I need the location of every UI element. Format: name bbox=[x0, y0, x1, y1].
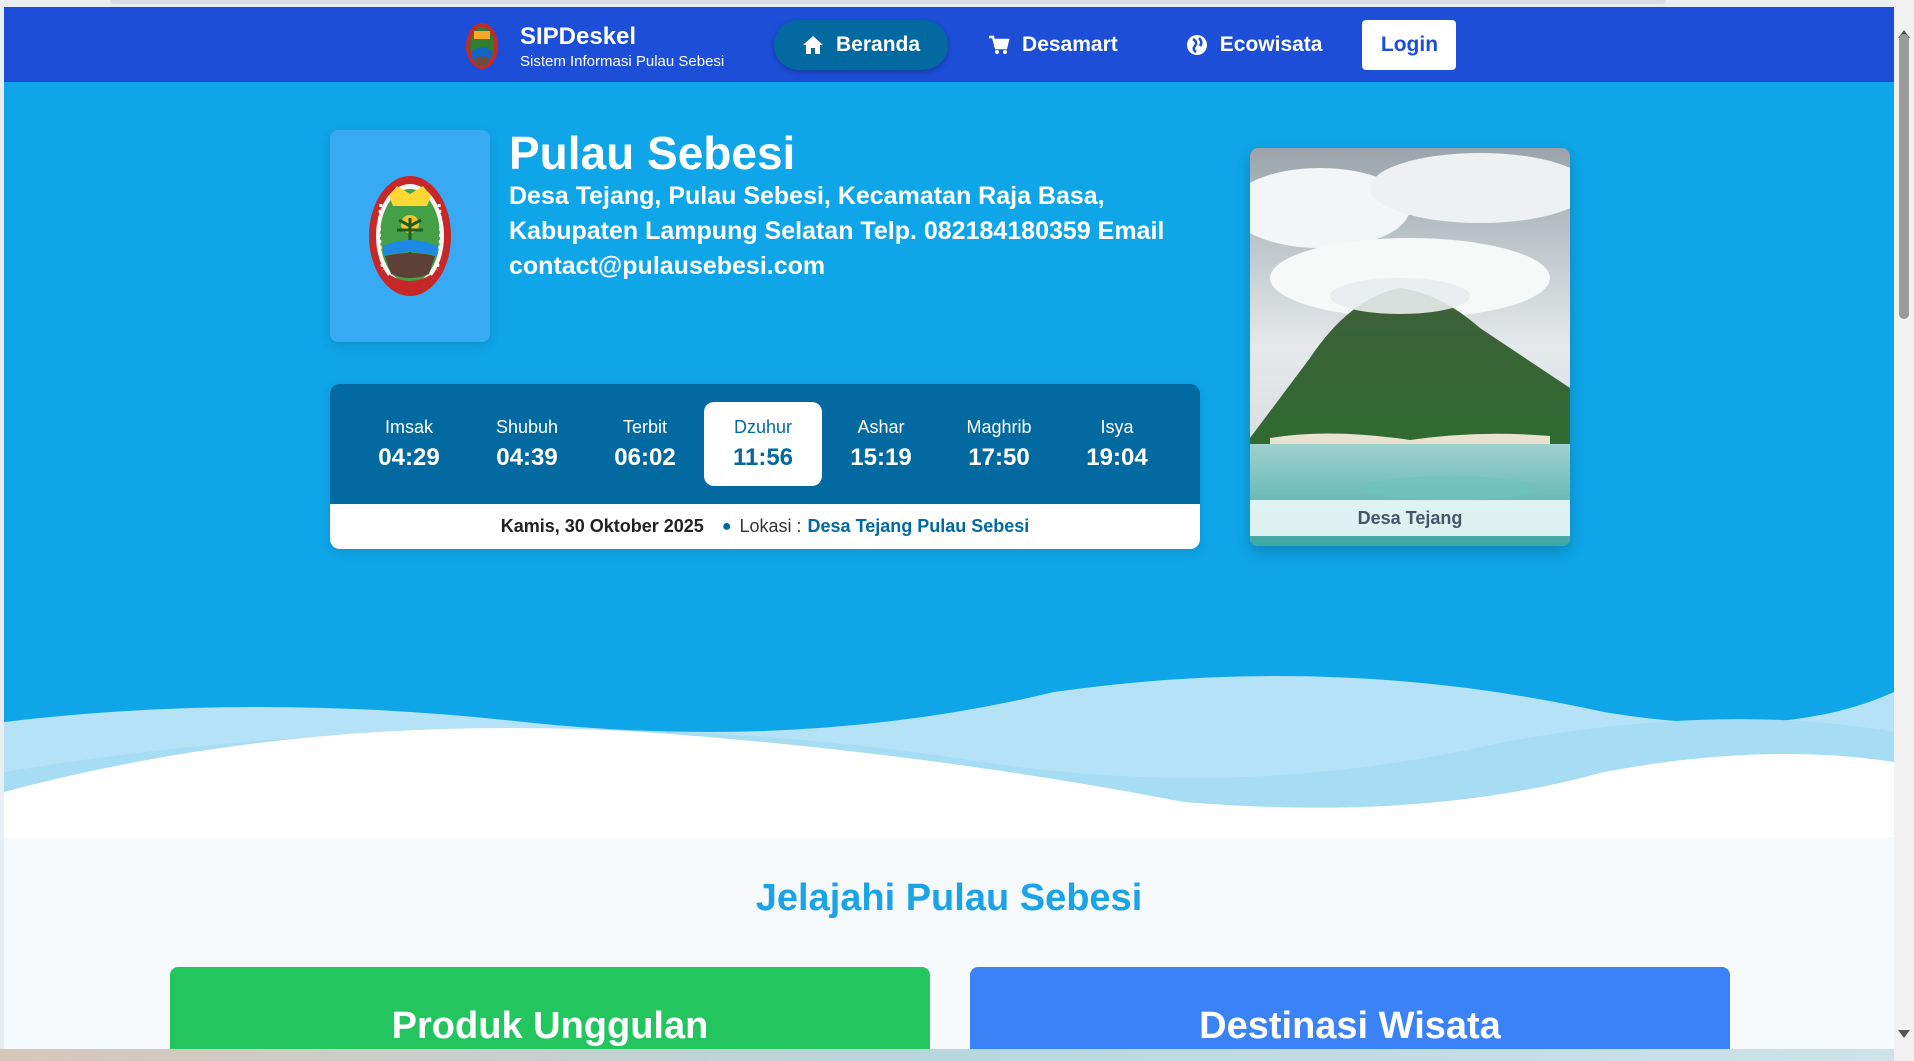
emblem-box bbox=[330, 130, 490, 342]
navbar: SIPDeskel Sistem Informasi Pulau Sebesi … bbox=[4, 7, 1894, 82]
prayer-times-row: Imsak 04:29 Shubuh 04:39 Terbit 06:02 Dzuhu… bbox=[330, 384, 1200, 504]
brand-title: SIPDeskel bbox=[520, 22, 637, 50]
login-button[interactable]: Login bbox=[1362, 20, 1457, 70]
browser-top-edge bbox=[110, 0, 1666, 4]
village-photo-card[interactable]: Desa Tejang bbox=[1250, 148, 1570, 546]
scroll-down-icon[interactable] bbox=[1898, 1030, 1910, 1038]
prayer-shubuh: Shubuh 04:39 bbox=[495, 416, 559, 471]
island-photo bbox=[1250, 148, 1570, 546]
village-name: Pulau Sebesi bbox=[509, 127, 796, 179]
location-value[interactable]: Desa Tejang Pulau Sebesi bbox=[808, 516, 1030, 537]
nav-item-label: Ecowisata bbox=[1219, 33, 1323, 56]
prayer-ashar: Ashar 15:19 bbox=[850, 416, 912, 471]
village-address: Desa Tejang, Pulau Sebesi, Kecamatan Raj… bbox=[509, 182, 1165, 280]
prayer-terbit: Terbit 06:02 bbox=[614, 416, 676, 471]
nav-item-label: Beranda bbox=[836, 33, 921, 56]
cart-icon bbox=[989, 35, 1010, 54]
produk-unggulan-card[interactable]: Produk Unggulan bbox=[170, 967, 930, 1049]
nav-item-label: Desamart bbox=[1022, 33, 1118, 56]
nav-item-ecowisata[interactable]: Ecowisata bbox=[1158, 20, 1351, 70]
browser-viewport: SIPDeskel Sistem Informasi Pulau Sebesi … bbox=[4, 7, 1894, 1049]
leaf-icon bbox=[1186, 35, 1207, 55]
nav-item-desamart[interactable]: Desamart bbox=[960, 20, 1146, 70]
brand[interactable]: SIPDeskel Sistem Informasi Pulau Sebesi bbox=[464, 21, 724, 71]
scroll-thumb[interactable] bbox=[1899, 34, 1909, 319]
prayer-isya: Isya 19:04 bbox=[1086, 416, 1148, 471]
location-label: Lokasi : bbox=[739, 516, 802, 536]
brand-subtitle: Sistem Informasi Pulau Sebesi bbox=[520, 52, 725, 70]
main-nav: Beranda Desamart Ecowisata Login bbox=[774, 20, 1457, 70]
section-title: Jelajahi Pulau Sebesi bbox=[755, 877, 1143, 919]
home-icon bbox=[803, 36, 823, 54]
photo-caption: Desa Tejang bbox=[1250, 500, 1570, 536]
prayer-info-bar: Kamis, 30 Oktober 2025 ● Lokasi : Desa T… bbox=[330, 504, 1200, 549]
prayer-maghrib: Maghrib 17:50 bbox=[966, 416, 1032, 471]
taskbar-strip bbox=[0, 1049, 1894, 1061]
wave-divider bbox=[4, 676, 1894, 837]
nav-item-beranda[interactable]: Beranda bbox=[774, 20, 949, 70]
regency-emblem-icon bbox=[466, 23, 498, 69]
regency-emblem-icon bbox=[369, 176, 451, 296]
hero-section: Pulau Sebesi Desa Tejang, Pulau Sebesi, … bbox=[4, 82, 1894, 837]
page-scrollbar[interactable] bbox=[1894, 0, 1914, 1061]
prayer-date: Kamis, 30 Oktober 2025 bbox=[500, 516, 704, 536]
bullet-icon: ● bbox=[721, 517, 732, 535]
prayer-dzuhur: Dzuhur 11:56 bbox=[704, 402, 822, 486]
destinasi-wisata-card[interactable]: Destinasi Wisata bbox=[970, 967, 1730, 1049]
prayer-imsak: Imsak 04:29 bbox=[378, 416, 440, 471]
prayer-times-card: Imsak 04:29 Shubuh 04:39 Terbit 06:02 Dzuhu… bbox=[330, 384, 1200, 549]
